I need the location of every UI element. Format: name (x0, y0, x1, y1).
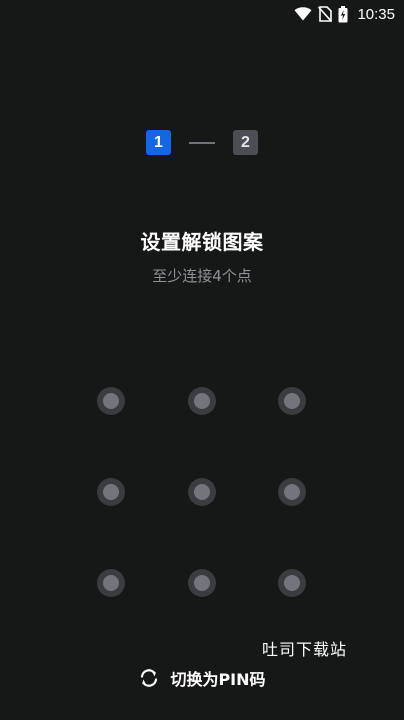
pattern-dot-9[interactable] (278, 569, 306, 597)
status-bar: 10:35 (294, 0, 404, 28)
wifi-icon (294, 7, 312, 21)
refresh-icon (138, 667, 160, 689)
watermark: 吐司下载站 (262, 640, 348, 659)
pattern-dot-8[interactable] (188, 569, 216, 597)
pattern-dot-4[interactable] (97, 478, 125, 506)
switch-to-pin-label: 切换为PIN码 (170, 670, 266, 689)
page-subtitle: 至少连接4个点 (152, 267, 252, 285)
page-title: 设置解锁图案 (140, 230, 264, 254)
lock-pattern-setup-screen: 10:35 1 2 设置解锁图案 至少连接4个点 吐司下载站 切换为PIN码 (0, 0, 404, 720)
pattern-dot-5[interactable] (188, 478, 216, 506)
step-2-badge: 2 (233, 130, 258, 155)
pattern-dot-1[interactable] (97, 387, 125, 415)
step-indicator: 1 2 (0, 130, 404, 155)
battery-charging-icon (338, 5, 348, 23)
status-time: 10:35 (357, 5, 395, 23)
no-sim-icon (318, 6, 333, 22)
pattern-dot-2[interactable] (188, 387, 216, 415)
pattern-dot-7[interactable] (97, 569, 125, 597)
step-1-badge: 1 (146, 130, 171, 155)
pattern-grid[interactable] (97, 387, 307, 597)
step-connector (189, 141, 215, 144)
pattern-dot-3[interactable] (278, 387, 306, 415)
pattern-dot-6[interactable] (278, 478, 306, 506)
switch-to-pin-button[interactable]: 切换为PIN码 (0, 666, 404, 690)
